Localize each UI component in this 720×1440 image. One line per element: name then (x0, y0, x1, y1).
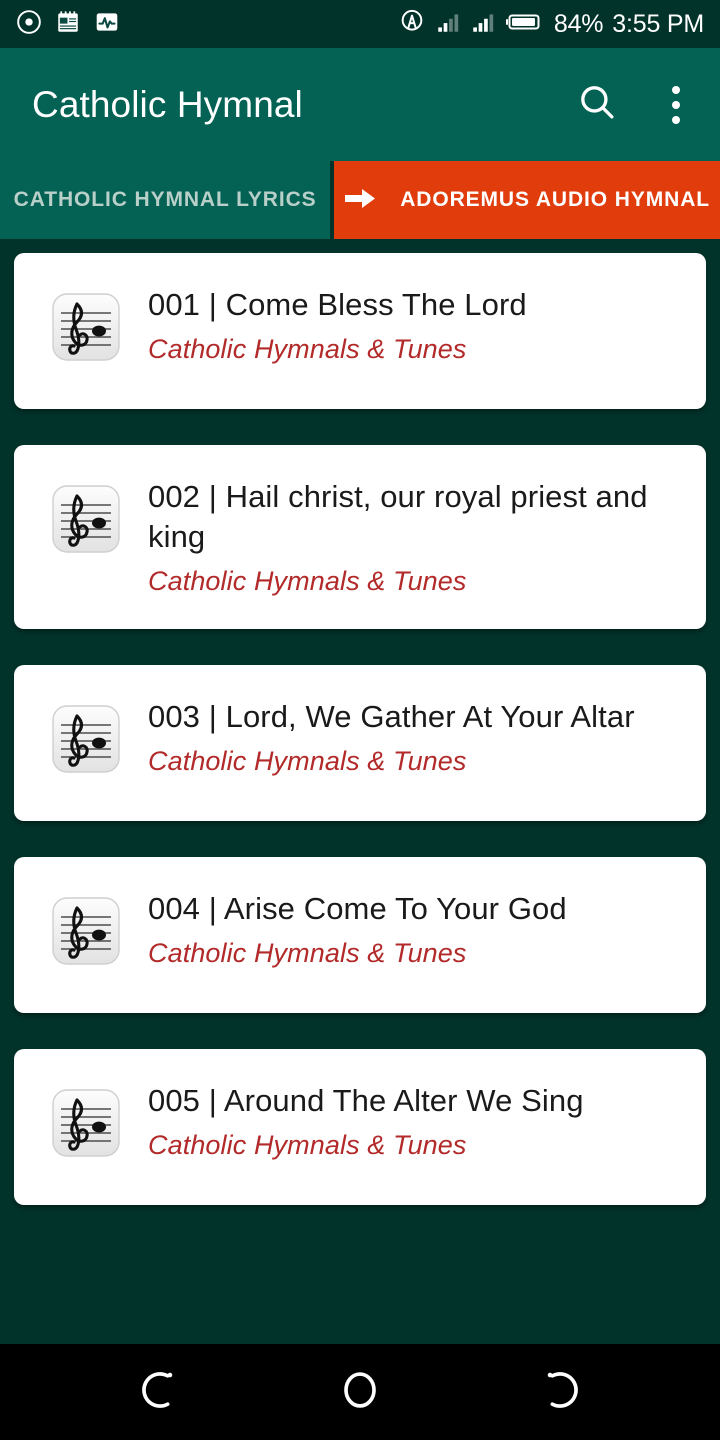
app-bar: Catholic Hymnal (0, 48, 720, 161)
status-bar: 84% 3:55 PM (0, 0, 720, 48)
clock-label: 3:55 PM (612, 9, 704, 38)
overflow-menu-icon (660, 82, 692, 128)
list-item[interactable]: 004 | Arise Come To Your God Catholic Hy… (14, 857, 706, 1013)
hymn-title: 002 | Hail christ, our royal priest and … (148, 479, 648, 554)
list-item-text: 003 | Lord, We Gather At Your Altar Cath… (148, 695, 682, 779)
hymn-title: 003 | Lord, We Gather At Your Altar (148, 699, 635, 734)
overflow-menu-button[interactable] (660, 82, 692, 128)
tab-adoremus-audio-hymnal[interactable]: ADOREMUS AUDIO HYMNAL (334, 161, 720, 239)
nav-back-icon (137, 1367, 183, 1418)
music-sheet-icon (50, 895, 122, 967)
battery-icon (505, 10, 543, 39)
list-item[interactable]: 003 | Lord, We Gather At Your Altar Cath… (14, 665, 706, 821)
record-circle-icon (16, 9, 42, 40)
list-item[interactable]: 001 | Come Bless The Lord Catholic Hymna… (14, 253, 706, 409)
back-button[interactable] (105, 1347, 215, 1437)
app-root: 84% 3:55 PM Catholic Hymnal CATHOLIC HYM… (0, 0, 720, 1440)
signal-bars-1-icon (435, 9, 461, 40)
list-item[interactable]: 002 | Hail christ, our royal priest and … (14, 445, 706, 629)
page-title: Catholic Hymnal (32, 83, 303, 125)
search-icon (576, 81, 618, 128)
activity-pulse-icon (94, 9, 120, 40)
recents-button[interactable] (505, 1347, 615, 1437)
battery-percent-label: 84% (553, 9, 604, 38)
calendar-note-icon (55, 9, 81, 40)
tab-label: CATHOLIC HYMNAL LYRICS (13, 188, 317, 211)
music-sheet-icon (50, 1087, 122, 1159)
app-bar-actions (576, 81, 692, 128)
hymn-title: 005 | Around The Alter We Sing (148, 1083, 584, 1118)
nav-home-icon (337, 1367, 383, 1418)
tab-bar: CATHOLIC HYMNAL LYRICS ADOREMUS AUDIO HY… (0, 161, 720, 239)
list-item-text: 001 | Come Bless The Lord Catholic Hymna… (148, 283, 682, 367)
signal-bars-2-icon (470, 9, 496, 40)
android-nav-bar (0, 1344, 720, 1440)
hymn-title: 004 | Arise Come To Your God (148, 891, 567, 926)
hymn-subtitle: Catholic Hymnals & Tunes (148, 746, 467, 776)
list-item-text: 005 | Around The Alter We Sing Catholic … (148, 1079, 682, 1163)
search-button[interactable] (576, 81, 618, 128)
list-item-text: 004 | Arise Come To Your God Catholic Hy… (148, 887, 682, 971)
home-button[interactable] (305, 1347, 415, 1437)
hymn-subtitle: Catholic Hymnals & Tunes (148, 938, 467, 968)
hymn-subtitle: Catholic Hymnals & Tunes (148, 1130, 467, 1160)
nav-recents-icon (537, 1367, 583, 1418)
tab-catholic-hymnal-lyrics[interactable]: CATHOLIC HYMNAL LYRICS (0, 161, 331, 239)
arrow-right-icon (344, 185, 378, 216)
hymn-list[interactable]: 001 | Come Bless The Lord Catholic Hymna… (0, 239, 720, 1344)
music-sheet-icon (50, 291, 122, 363)
status-bar-left-icons (16, 9, 120, 40)
hymn-subtitle: Catholic Hymnals & Tunes (148, 566, 467, 596)
tab-label: ADOREMUS AUDIO HYMNAL (400, 188, 710, 211)
music-sheet-icon (50, 483, 122, 555)
list-item-text: 002 | Hail christ, our royal priest and … (148, 475, 682, 599)
hymn-subtitle: Catholic Hymnals & Tunes (148, 334, 467, 364)
hymn-title: 001 | Come Bless The Lord (148, 287, 527, 322)
music-sheet-icon (50, 703, 122, 775)
status-bar-right-icons: 84% 3:55 PM (398, 8, 704, 41)
list-item[interactable]: 005 | Around The Alter We Sing Catholic … (14, 1049, 706, 1205)
hotspot-icon (398, 8, 426, 41)
